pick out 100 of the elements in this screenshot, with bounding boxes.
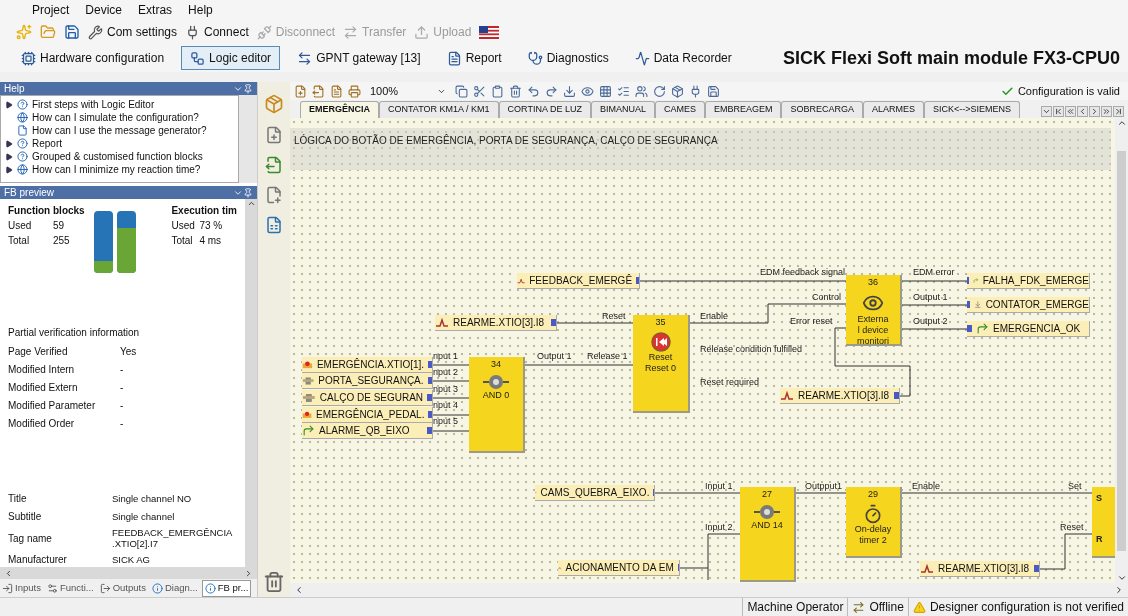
blocks-icon[interactable]: [671, 84, 684, 98]
plug-icon[interactable]: [689, 84, 702, 98]
cut-icon[interactable]: [473, 84, 486, 98]
io-tag[interactable]: REARME.XTIO[3].I8: [780, 388, 900, 404]
add-page-icon[interactable]: [294, 84, 307, 98]
vertical-scrollbar[interactable]: [1115, 118, 1128, 583]
page-tab[interactable]: EMERGÊNCIA: [300, 101, 379, 118]
view-icon[interactable]: [581, 84, 594, 98]
flag-icon[interactable]: [479, 25, 500, 39]
block-icon[interactable]: [264, 94, 284, 114]
add-output-icon[interactable]: [265, 156, 283, 174]
pin-icon[interactable]: [243, 83, 253, 94]
io-tag[interactable]: FEEDBACK_EMERGÊ: [517, 273, 640, 289]
fast-forward-icon[interactable]: [1101, 106, 1112, 117]
expand-icon[interactable]: [5, 100, 13, 109]
page-tab[interactable]: EMBREAGEM: [704, 101, 782, 118]
view-tab[interactable]: Report: [437, 46, 511, 70]
menu-item[interactable]: Device: [85, 1, 123, 19]
function-block[interactable]: S R: [1092, 487, 1115, 558]
page-tab[interactable]: SOBRECARGA: [781, 101, 863, 118]
dropdown-icon[interactable]: [1041, 106, 1052, 117]
function-block[interactable]: 34 AND 0: [469, 357, 525, 453]
print-icon[interactable]: [348, 84, 361, 98]
first-page-icon[interactable]: [1053, 106, 1064, 117]
page-tab[interactable]: CAMES: [654, 101, 705, 118]
save-icon[interactable]: [707, 84, 720, 98]
scroll-left-icon[interactable]: [294, 585, 304, 595]
refresh-icon[interactable]: [653, 84, 666, 98]
help-topic[interactable]: First steps with Logic Editor: [5, 98, 238, 111]
io-tag[interactable]: CAMS_QUEBRA_EIXO.: [535, 485, 655, 501]
function-block[interactable]: 27 AND 14: [740, 487, 796, 582]
function-block[interactable]: 29 On-delay timer 2: [846, 487, 902, 558]
io-tag[interactable]: EMERGÊNCIA_PEDAL.: [302, 407, 433, 423]
scroll-thumb[interactable]: [1117, 150, 1126, 551]
add-input-icon[interactable]: [265, 126, 283, 144]
redo-icon[interactable]: [545, 84, 558, 98]
help-topic[interactable]: How can I minimize my reaction time?: [5, 163, 238, 176]
menu-item[interactable]: Extras: [138, 1, 173, 19]
function-block[interactable]: 35 Reset Reset 0: [633, 315, 690, 413]
view-tab[interactable]: GPNT gateway [13]: [288, 46, 430, 70]
scroll-right-icon[interactable]: [1114, 585, 1124, 595]
page-tab[interactable]: SICK<-->SIEMENS: [924, 101, 1020, 118]
rewind-icon[interactable]: [1065, 106, 1076, 117]
users-icon[interactable]: [635, 84, 648, 98]
view-tab[interactable]: Diagnostics: [518, 46, 618, 70]
scroll-right-icon[interactable]: [244, 568, 253, 578]
help-topic[interactable]: Report: [5, 137, 238, 150]
panel-tab[interactable]: Functi...: [44, 579, 96, 597]
page-tab[interactable]: CORTINA DE LUZ: [498, 101, 591, 118]
pin-icon[interactable]: [243, 187, 253, 198]
io-tag[interactable]: PORTA_SEGURANÇA.: [302, 373, 433, 389]
function-block[interactable]: 36 Externa l device monitori: [846, 275, 902, 346]
help-topic[interactable]: Grouped & customised function blocks: [5, 150, 238, 163]
help-topic[interactable]: How can I use the message generator?: [5, 124, 238, 137]
page-tab[interactable]: CONTATOR KM1A / KM1: [379, 101, 499, 118]
toolbar-button[interactable]: Com settings: [88, 23, 178, 41]
io-tag[interactable]: FALHA_FDK_EMERGE: [967, 273, 1090, 289]
paste-icon[interactable]: [491, 84, 504, 98]
previous-icon[interactable]: [1077, 106, 1088, 117]
panel-tab[interactable]: Outputs: [97, 579, 148, 597]
scroll-up-icon[interactable]: [246, 199, 256, 208]
document-icon[interactable]: [265, 216, 283, 234]
scroll-down-icon[interactable]: [1116, 573, 1127, 583]
grid-icon[interactable]: [599, 84, 612, 98]
view-tab[interactable]: Data Recorder: [625, 46, 741, 70]
io-tag[interactable]: ACIONAMENTO DA EM: [558, 560, 680, 576]
io-tag[interactable]: EMERGÊNCIA.XTIO[1].: [302, 357, 433, 373]
view-tab[interactable]: Hardware configuration: [12, 46, 174, 70]
io-tag[interactable]: EMERGENCIA_OK: [967, 321, 1090, 337]
save-icon[interactable]: [64, 24, 80, 40]
scrollbar[interactable]: [239, 95, 257, 183]
export-page-icon[interactable]: [312, 84, 325, 98]
panel-tab[interactable]: Diagn...: [149, 579, 200, 597]
import-icon[interactable]: [563, 84, 576, 98]
menu-item[interactable]: Help: [188, 1, 213, 19]
menu-item[interactable]: Project: [32, 1, 70, 19]
edit-page-icon[interactable]: [330, 84, 343, 98]
copy-icon[interactable]: [455, 84, 468, 98]
next-icon[interactable]: [1089, 106, 1100, 117]
undo-icon[interactable]: [527, 84, 540, 98]
io-tag[interactable]: CALÇO DE SEGURAN: [302, 390, 433, 406]
trash-icon[interactable]: [263, 571, 285, 593]
delete-icon[interactable]: [509, 84, 522, 98]
panel-tab[interactable]: Inputs: [0, 579, 43, 597]
page-tab[interactable]: ALARMES: [862, 101, 924, 118]
io-tag[interactable]: REARME.XTIO[3].I8: [920, 561, 1040, 577]
scrollbar[interactable]: [245, 199, 257, 567]
new-page-icon[interactable]: [265, 186, 283, 204]
last-page-icon[interactable]: [1113, 106, 1124, 117]
io-tag[interactable]: ALARME_QB_EIXO: [302, 423, 433, 439]
toolbar-button[interactable]: Connect: [185, 23, 249, 41]
help-topic[interactable]: How can I simulate the configuration?: [5, 111, 238, 124]
io-tag[interactable]: CONTATOR_EMERGE: [967, 297, 1090, 313]
io-tag[interactable]: REARME.XTIO[3].I8: [435, 315, 557, 331]
panel-tab[interactable]: FB pr...: [201, 579, 252, 597]
list-icon[interactable]: [617, 84, 630, 98]
scroll-left-icon[interactable]: [4, 568, 13, 578]
scroll-up-icon[interactable]: [1116, 118, 1127, 128]
view-tab[interactable]: Logic editor: [181, 46, 281, 70]
horizontal-scrollbar[interactable]: [0, 567, 257, 579]
